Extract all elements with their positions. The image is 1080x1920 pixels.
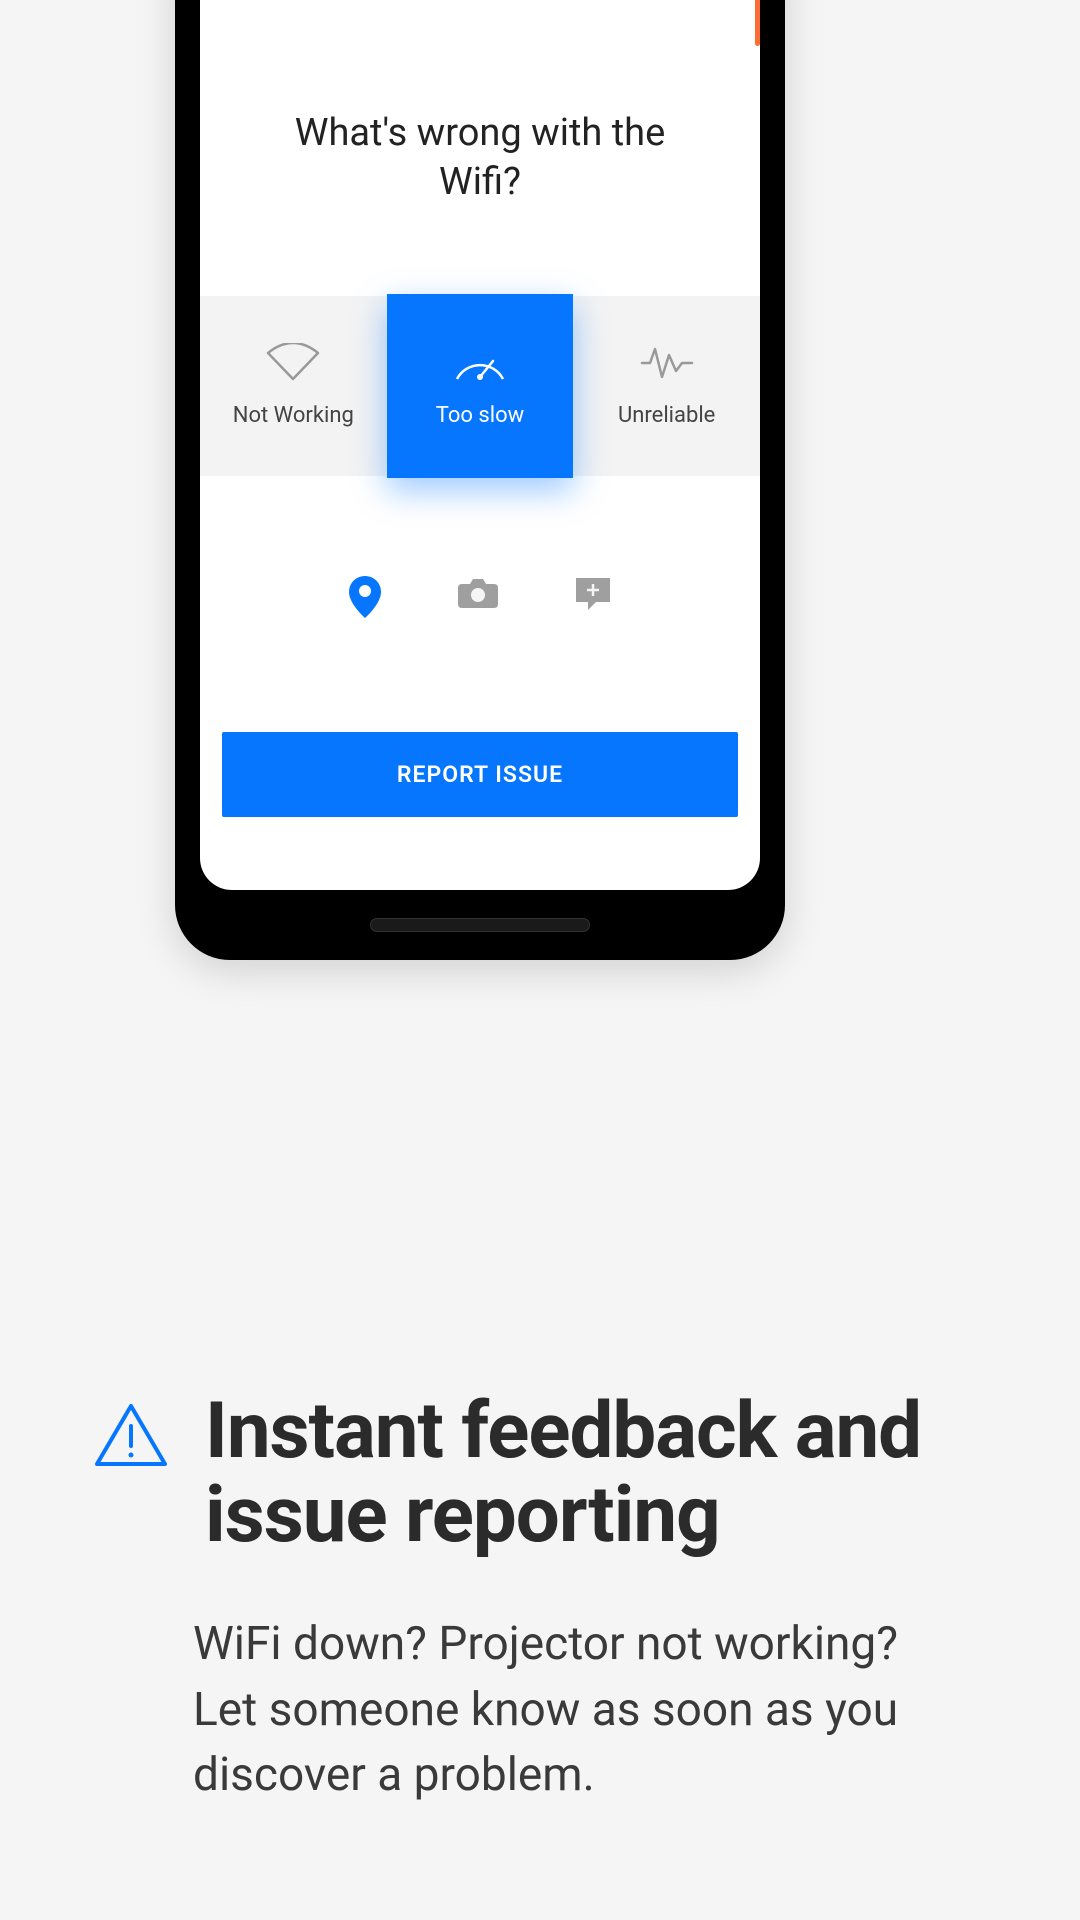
option-label: Not Working [233,403,354,428]
options-row: Not Working Too slow Unreliable [200,296,760,476]
warning-triangle-icon [93,1402,169,1474]
phone-screen: WIFI What's wrong with the Wifi? Not Wor… [200,0,760,890]
scroll-indicator[interactable] [755,0,760,46]
option-label: Unreliable [618,403,715,428]
speedometer-icon [451,343,509,383]
camera-icon[interactable] [458,576,498,622]
action-icons-row [200,576,760,622]
wifi-outline-icon [264,343,322,383]
add-comment-icon[interactable] [574,576,612,622]
phone-speaker [370,918,590,932]
marketing-section: Instant feedback and issue reporting WiF… [93,1390,943,1808]
marketing-title: Instant feedback and issue reporting [205,1390,943,1558]
option-too-slow[interactable]: Too slow [387,294,574,478]
option-label: Too slow [436,403,524,428]
option-unreliable[interactable]: Unreliable [573,296,760,476]
location-pin-icon[interactable] [348,576,382,622]
report-issue-button[interactable]: REPORT ISSUE [222,732,738,817]
option-not-working[interactable]: Not Working [200,296,387,476]
marketing-body: WiFi down? Projector not working? Let so… [193,1612,943,1808]
phone-frame: WIFI What's wrong with the Wifi? Not Wor… [175,0,785,960]
wave-icon [638,343,696,383]
question-heading: What's wrong with the Wifi? [200,0,760,208]
